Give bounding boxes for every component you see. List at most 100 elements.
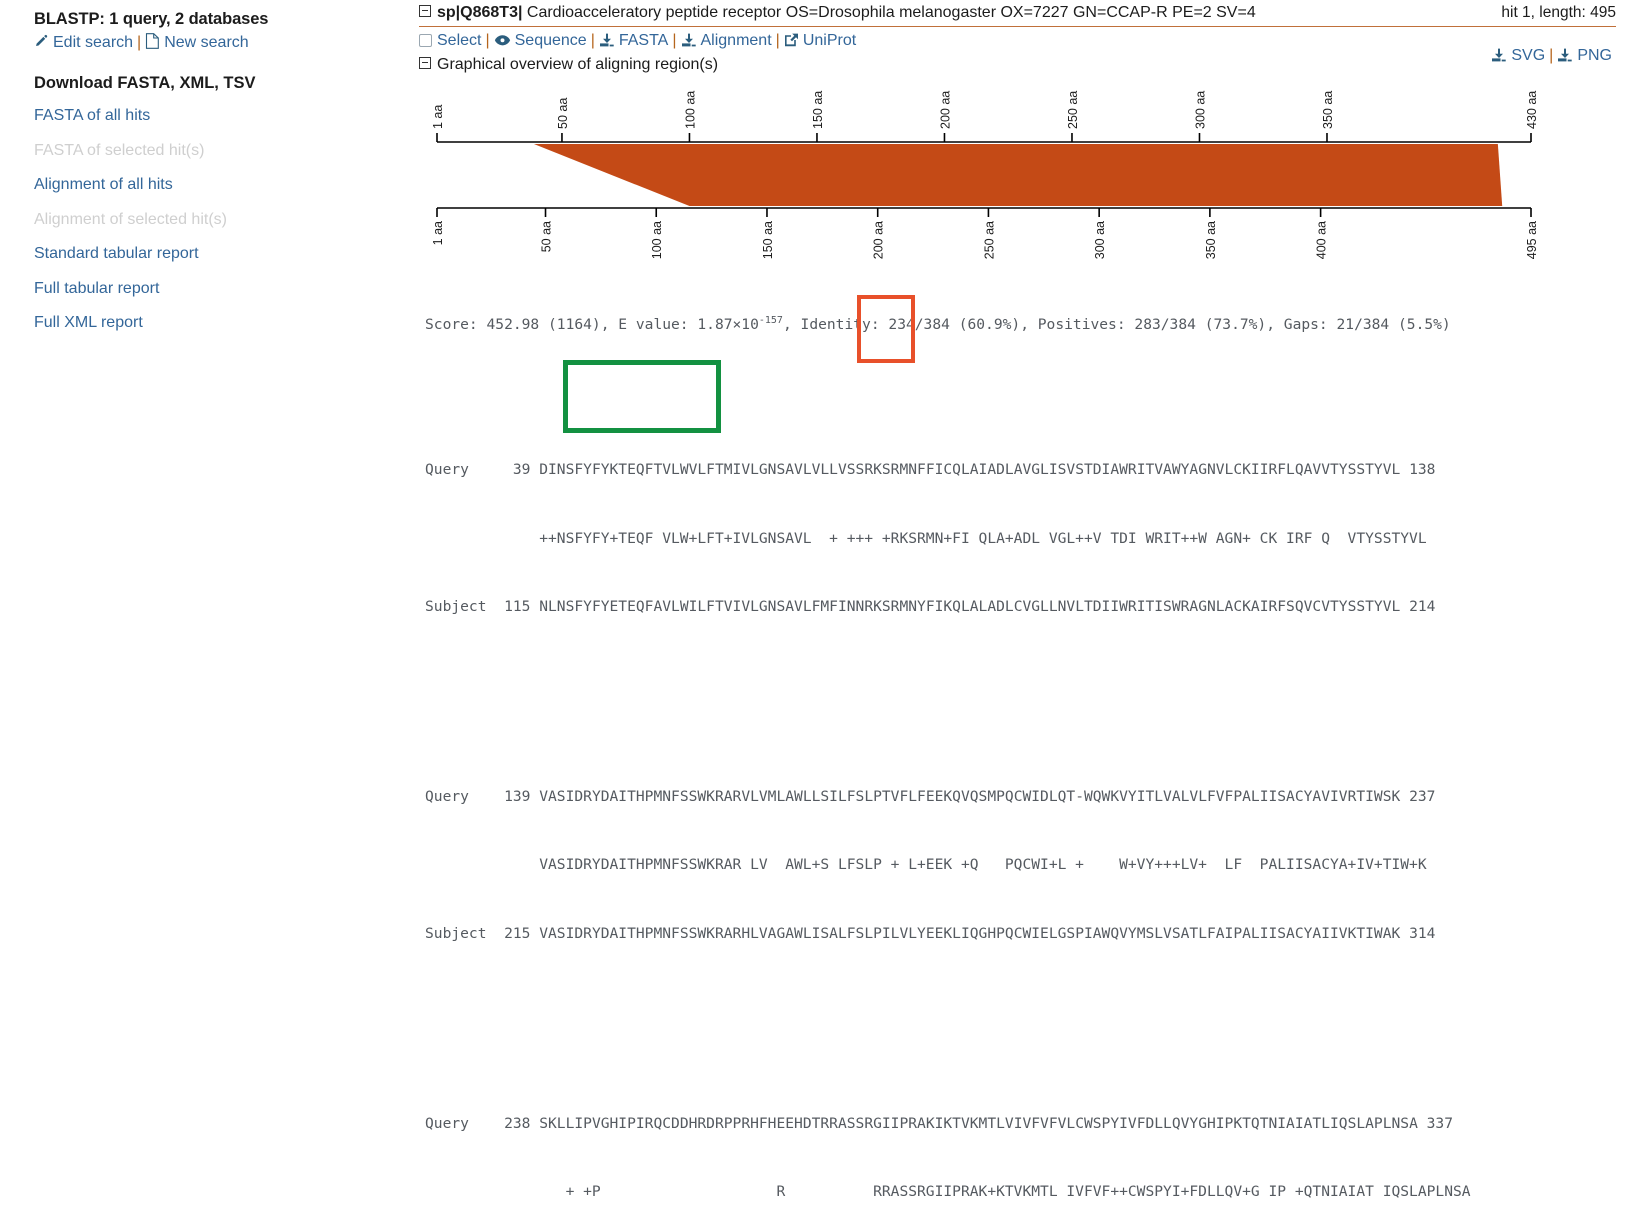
query-end-0: 138 xyxy=(1400,461,1436,479)
alignment-block: Query 39 DINSFYFYKTEQFTVLWVLFTMIVLGNSAVL… xyxy=(425,414,1616,664)
sidebar-link-alignment-all-hits[interactable]: Alignment of all hits xyxy=(34,176,173,193)
match-seq-2: + +P R RRASSRGIIPRAK+KTVKMTL IVFVF++CWSP… xyxy=(425,1183,1471,1201)
sidebar-link-full-xml-report[interactable]: Full XML report xyxy=(34,314,143,331)
sidebar-link-fasta-selected-hits: FASTA of selected hit(s) xyxy=(34,141,205,159)
collapse-graphic-icon[interactable] xyxy=(419,57,431,69)
sidebar-item-standard-tabular-report[interactable]: Standard tabular report xyxy=(34,237,415,272)
subject-label: Subject xyxy=(425,924,487,942)
sidebar-item-alignment-all-hits[interactable]: Alignment of all hits xyxy=(34,168,415,203)
select-checkbox[interactable] xyxy=(419,34,432,47)
download-separator: | xyxy=(1549,47,1554,64)
alignment-overview-svg: 1 aa 50 aa 100 aa 150 aa 200 aa 250 aa 300 aa 3… xyxy=(431,91,1539,260)
fasta-link[interactable]: FASTA xyxy=(619,32,669,49)
svg-text:200 aa: 200 aa xyxy=(872,221,886,259)
document-icon xyxy=(145,33,160,54)
svg-text:495 aa: 495 aa xyxy=(1525,221,1539,259)
search-links: Edit search | New search xyxy=(34,33,415,54)
uniprot-link[interactable]: UniProt xyxy=(803,32,856,49)
query-label: Query xyxy=(425,461,487,479)
link-separator: | xyxy=(137,34,142,51)
query-row: Query 39 DINSFYFYKTEQFTVLWVLFTMIVLGNSAVL… xyxy=(425,459,1616,482)
query-end-1: 237 xyxy=(1400,788,1436,806)
match-row: + +P R RRASSRGIIPRAK+KTVKMTL IVFVF++CWSP… xyxy=(425,1181,1616,1204)
subject-start-1: 215 xyxy=(486,924,540,942)
subject-label: Subject xyxy=(425,597,487,615)
hit-length-info: hit 1, length: 495 xyxy=(1501,4,1616,21)
graphical-overview-label: Graphical overview of aligning region(s) xyxy=(437,56,719,73)
download-svg-link[interactable]: SVG xyxy=(1511,47,1545,64)
query-seq-0: DINSFYFYKTEQFTVLWVLFTMIVLGNSAVLVLLVSSRKS… xyxy=(539,461,1401,479)
query-end-2: 337 xyxy=(1417,1115,1454,1133)
query-start-1: 139 xyxy=(486,788,540,806)
download-icon xyxy=(1491,48,1507,67)
svg-text:250 aa: 250 aa xyxy=(982,221,996,259)
svg-text:300 aa: 300 aa xyxy=(1193,91,1207,129)
svg-text:200 aa: 200 aa xyxy=(938,91,952,129)
action-separator-2: | xyxy=(590,32,595,49)
hit-header: sp|Q868T3| Cardioacceleratory peptide re… xyxy=(419,4,1616,27)
query-seq-2: SKLLIPVGHIPIRQCDDHRDRPPRHFHEEHDTRRASSRGI… xyxy=(539,1115,1418,1133)
svg-text:1 aa: 1 aa xyxy=(431,105,445,129)
blast-result-page: BLASTP: 1 query, 2 databases Edit search… xyxy=(0,0,1630,1200)
new-search-link[interactable]: New search xyxy=(164,34,248,51)
svg-text:400 aa: 400 aa xyxy=(1315,221,1329,259)
graphical-overview-toggle-row: Graphical overview of aligning region(s) xyxy=(419,56,1616,74)
download-png-link[interactable]: PNG xyxy=(1577,47,1612,64)
match-seq-0: ++NSFYFY+TEQF VLW+LFT+IVLGNSAVL + +++ +R… xyxy=(425,529,1427,547)
collapse-hit-icon[interactable] xyxy=(419,5,431,17)
svg-text:50 aa: 50 aa xyxy=(540,221,554,252)
select-label[interactable]: Select xyxy=(437,32,481,49)
sidebar-link-fasta-all-hits[interactable]: FASTA of all hits xyxy=(34,107,150,124)
hit-panel: sp|Q868T3| Cardioacceleratory peptide re… xyxy=(415,0,1630,1200)
svg-text:150 aa: 150 aa xyxy=(761,221,775,259)
alignment-link[interactable]: Alignment xyxy=(701,32,772,49)
subject-end-0: 214 xyxy=(1400,597,1436,615)
external-link-icon xyxy=(784,33,799,52)
sidebar-item-full-tabular-report[interactable]: Full tabular report xyxy=(34,272,415,307)
query-label: Query xyxy=(425,1115,487,1133)
subject-row: Subject 115 NLNSFYFYETEQFAVLWILFTVIVLGNS… xyxy=(425,596,1616,619)
download-icon xyxy=(681,33,697,52)
query-row: Query 238 SKLLIPVGHIPIRQCDDHRDRPPRHFHEEH… xyxy=(425,1113,1616,1136)
query-start-0: 39 xyxy=(486,461,540,479)
edit-search-link[interactable]: Edit search xyxy=(53,34,133,51)
svg-text:100 aa: 100 aa xyxy=(683,91,697,129)
action-separator-4: | xyxy=(775,32,780,49)
sidebar-item-fasta-all-hits[interactable]: FASTA of all hits xyxy=(34,99,415,134)
action-separator-1: | xyxy=(485,32,490,49)
download-heading: Download FASTA, XML, TSV xyxy=(34,74,256,92)
sidebar-link-full-tabular-report[interactable]: Full tabular report xyxy=(34,280,159,297)
svg-text:250 aa: 250 aa xyxy=(1066,91,1080,129)
match-seq-1: VASIDRYDAITHPMNFSSWKRAR LV AWL+S LFSLP +… xyxy=(425,856,1427,874)
alignment-text: Score: 452.98 (1164), E value: 1.87×10-1… xyxy=(425,265,1616,1224)
pencil-icon xyxy=(34,34,49,54)
graphic-download-links: SVG | PNG xyxy=(1491,47,1612,67)
graphical-overview: 1 aa 50 aa 100 aa 150 aa 200 aa 250 aa 300 aa 3… xyxy=(419,80,1616,265)
sidebar: BLASTP: 1 query, 2 databases Edit search… xyxy=(0,0,415,612)
svg-text:300 aa: 300 aa xyxy=(1093,221,1107,259)
sequence-link[interactable]: Sequence xyxy=(515,32,587,49)
subject-start-0: 115 xyxy=(486,597,540,615)
subject-row: Subject 215 VASIDRYDAITHPMNFSSWKRARHLVAG… xyxy=(425,923,1616,946)
stats-prefix: Score: 452.98 (1164), E value: 1.87×10 xyxy=(425,316,759,334)
alignment-block: Query 139 VASIDRYDAITHPMNFSSWKRARVLVMLAW… xyxy=(425,741,1616,991)
eye-icon xyxy=(494,34,511,52)
hsp-statistics: Score: 452.98 (1164), E value: 1.87×10-1… xyxy=(425,310,1616,337)
query-label: Query xyxy=(425,788,487,806)
sidebar-link-standard-tabular-report[interactable]: Standard tabular report xyxy=(34,245,199,262)
alignment-block: Query 238 SKLLIPVGHIPIRQCDDHRDRPPRHFHEEH… xyxy=(425,1068,1616,1224)
sidebar-link-alignment-selected-hits: Alignment of selected hit(s) xyxy=(34,210,227,228)
match-row: VASIDRYDAITHPMNFSSWKRAR LV AWL+S LFSLP +… xyxy=(425,854,1616,877)
subject-seq-0: NLNSFYFYETEQFAVLWILFTVIVLGNSAVLFMFINNRKS… xyxy=(539,597,1401,615)
action-separator-3: | xyxy=(672,32,677,49)
query-seq-1: VASIDRYDAITHPMNFSSWKRARVLVMLAWLLSILFSLPT… xyxy=(539,788,1401,806)
hit-accession: sp|Q868T3| xyxy=(437,4,523,21)
sidebar-item-full-xml-report[interactable]: Full XML report xyxy=(34,306,415,341)
hit-description: Cardioacceleratory peptide receptor OS=D… xyxy=(522,4,1256,21)
sidebar-item-alignment-selected-hits: Alignment of selected hit(s) xyxy=(34,203,415,238)
match-row: ++NSFYFY+TEQF VLW+LFT+IVLGNSAVL + +++ +R… xyxy=(425,528,1616,551)
subject-end-1: 314 xyxy=(1400,924,1436,942)
svg-text:350 aa: 350 aa xyxy=(1321,91,1335,129)
sidebar-item-fasta-selected-hits: FASTA of selected hit(s) xyxy=(34,134,415,169)
subject-seq-1: VASIDRYDAITHPMNFSSWKRARHLVAGAWLISALFSLPI… xyxy=(539,924,1401,942)
